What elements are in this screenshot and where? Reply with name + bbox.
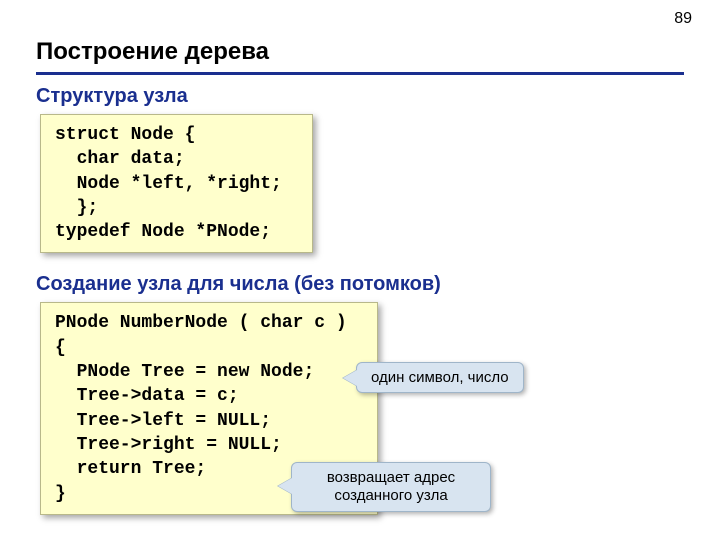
slide-title: Построение дерева [36,38,684,66]
title-rule [36,72,684,75]
code-block-struct: struct Node { char data; Node *left, *ri… [40,114,313,253]
section1-heading: Структура узла [36,85,684,108]
callout-return-address: возвращает адрес созданного узла [291,462,491,512]
callout-char-number: один символ, число [356,362,524,393]
callout-text: один символ, число [371,369,509,386]
slide: 89 Построение дерева Структура узла stru… [0,0,720,540]
code2-wrapper: PNode NumberNode ( char c ) { PNode Tree… [36,302,378,526]
section2-heading: Создание узла для числа (без потомков) [36,273,684,296]
callout-text: возвращает адрес созданного узла [327,469,455,504]
page-number: 89 [674,10,692,28]
code-text: struct Node { char data; Node *left, *ri… [55,123,282,244]
